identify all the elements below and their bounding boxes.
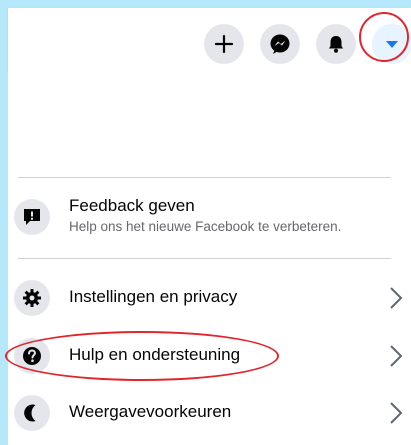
moon-icon: [24, 404, 36, 422]
messenger-icon: [270, 34, 290, 54]
display-preferences-label: Weergavevoorkeuren: [69, 402, 232, 421]
divider: [18, 177, 391, 178]
feedback-icon: [24, 209, 40, 225]
settings-privacy-label: Instellingen en privacy: [69, 287, 238, 306]
feedback-title: Feedback geven: [69, 196, 195, 215]
messenger-button[interactable]: [260, 24, 300, 64]
feedback-menu-item[interactable]: Feedback geven Help ons het nieuwe Faceb…: [8, 188, 411, 246]
menu-item-settings-privacy[interactable]: Instellingen en privacy: [8, 278, 411, 318]
create-button[interactable]: [204, 24, 244, 64]
chevron-right-icon: [390, 287, 403, 309]
divider: [18, 258, 391, 259]
top-bar: [8, 8, 411, 70]
feedback-subtitle: Help ons het nieuwe Facebook te verbeter…: [69, 219, 342, 234]
help-highlight-ellipse: [5, 331, 279, 381]
dropdown-highlight-circle: [359, 12, 409, 62]
display-icon-wrap: [14, 395, 50, 431]
account-dropdown-panel: Feedback geven Help ons het nieuwe Faceb…: [8, 70, 411, 445]
notifications-button[interactable]: [316, 24, 356, 64]
chevron-right-icon: [390, 345, 403, 367]
plus-icon: [214, 34, 234, 54]
bell-icon: [329, 36, 343, 53]
chevron-right-icon: [390, 402, 403, 424]
feedback-icon-wrap: [14, 199, 50, 235]
gear-icon: [23, 289, 41, 307]
settings-icon-wrap: [14, 280, 50, 316]
menu-item-display-preferences[interactable]: Weergavevoorkeuren: [8, 393, 411, 433]
